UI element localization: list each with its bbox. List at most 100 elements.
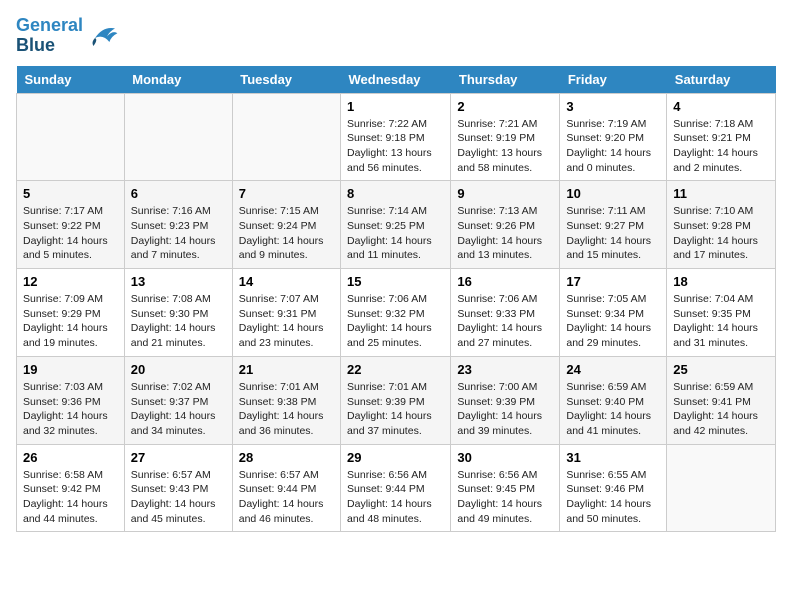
day-info: Sunrise: 6:56 AM Sunset: 9:45 PM Dayligh… <box>457 468 553 527</box>
day-number: 17 <box>566 274 660 289</box>
day-info: Sunrise: 7:01 AM Sunset: 9:38 PM Dayligh… <box>239 380 334 439</box>
calendar-day-cell: 20 Sunrise: 7:02 AM Sunset: 9:37 PM Dayli… <box>124 356 232 444</box>
calendar-day-cell: 4 Sunrise: 7:18 AM Sunset: 9:21 PM Daylig… <box>667 93 776 181</box>
day-number: 14 <box>239 274 334 289</box>
page-header: GeneralBlue <box>16 16 776 56</box>
day-info: Sunrise: 7:14 AM Sunset: 9:25 PM Dayligh… <box>347 204 444 263</box>
day-number: 19 <box>23 362 118 377</box>
day-number: 12 <box>23 274 118 289</box>
weekday-header-saturday: Saturday <box>667 66 776 94</box>
calendar-day-cell: 1 Sunrise: 7:22 AM Sunset: 9:18 PM Daylig… <box>341 93 451 181</box>
calendar-empty-cell <box>17 93 125 181</box>
day-number: 1 <box>347 99 444 114</box>
day-info: Sunrise: 7:09 AM Sunset: 9:29 PM Dayligh… <box>23 292 118 351</box>
calendar-day-cell: 23 Sunrise: 7:00 AM Sunset: 9:39 PM Dayli… <box>451 356 560 444</box>
calendar-day-cell: 3 Sunrise: 7:19 AM Sunset: 9:20 PM Daylig… <box>560 93 667 181</box>
calendar-week-row: 1 Sunrise: 7:22 AM Sunset: 9:18 PM Daylig… <box>17 93 776 181</box>
day-info: Sunrise: 7:02 AM Sunset: 9:37 PM Dayligh… <box>131 380 226 439</box>
day-number: 21 <box>239 362 334 377</box>
day-number: 25 <box>673 362 769 377</box>
calendar-day-cell: 17 Sunrise: 7:05 AM Sunset: 9:34 PM Dayli… <box>560 269 667 357</box>
day-number: 6 <box>131 186 226 201</box>
day-info: Sunrise: 6:59 AM Sunset: 9:41 PM Dayligh… <box>673 380 769 439</box>
day-info: Sunrise: 7:17 AM Sunset: 9:22 PM Dayligh… <box>23 204 118 263</box>
day-info: Sunrise: 7:00 AM Sunset: 9:39 PM Dayligh… <box>457 380 553 439</box>
calendar-day-cell: 18 Sunrise: 7:04 AM Sunset: 9:35 PM Dayli… <box>667 269 776 357</box>
day-info: Sunrise: 7:11 AM Sunset: 9:27 PM Dayligh… <box>566 204 660 263</box>
weekday-header-row: SundayMondayTuesdayWednesdayThursdayFrid… <box>17 66 776 94</box>
day-number: 10 <box>566 186 660 201</box>
calendar-day-cell: 10 Sunrise: 7:11 AM Sunset: 9:27 PM Dayli… <box>560 181 667 269</box>
calendar-day-cell: 14 Sunrise: 7:07 AM Sunset: 9:31 PM Dayli… <box>232 269 340 357</box>
day-info: Sunrise: 7:01 AM Sunset: 9:39 PM Dayligh… <box>347 380 444 439</box>
weekday-header-thursday: Thursday <box>451 66 560 94</box>
day-info: Sunrise: 7:13 AM Sunset: 9:26 PM Dayligh… <box>457 204 553 263</box>
calendar-day-cell: 19 Sunrise: 7:03 AM Sunset: 9:36 PM Dayli… <box>17 356 125 444</box>
logo: GeneralBlue <box>16 16 119 56</box>
day-number: 23 <box>457 362 553 377</box>
calendar-day-cell: 26Sunrise: 6:58 AM Sunset: 9:42 PM Dayli… <box>17 444 125 532</box>
day-info: Sunrise: 7:18 AM Sunset: 9:21 PM Dayligh… <box>673 117 769 176</box>
day-number: 31 <box>566 450 660 465</box>
day-info: Sunrise: 6:57 AM Sunset: 9:44 PM Dayligh… <box>239 468 334 527</box>
calendar-day-cell: 16Sunrise: 7:06 AM Sunset: 9:33 PM Dayli… <box>451 269 560 357</box>
weekday-header-wednesday: Wednesday <box>341 66 451 94</box>
calendar-day-cell: 9 Sunrise: 7:13 AM Sunset: 9:26 PM Daylig… <box>451 181 560 269</box>
day-info: Sunrise: 6:56 AM Sunset: 9:44 PM Dayligh… <box>347 468 444 527</box>
day-number: 3 <box>566 99 660 114</box>
day-info: Sunrise: 7:08 AM Sunset: 9:30 PM Dayligh… <box>131 292 226 351</box>
day-number: 22 <box>347 362 444 377</box>
day-info: Sunrise: 6:59 AM Sunset: 9:40 PM Dayligh… <box>566 380 660 439</box>
calendar-week-row: 5 Sunrise: 7:17 AM Sunset: 9:22 PM Daylig… <box>17 181 776 269</box>
calendar-day-cell: 31 Sunrise: 6:55 AM Sunset: 9:46 PM Dayli… <box>560 444 667 532</box>
calendar-day-cell: 12 Sunrise: 7:09 AM Sunset: 9:29 PM Dayli… <box>17 269 125 357</box>
day-info: Sunrise: 7:05 AM Sunset: 9:34 PM Dayligh… <box>566 292 660 351</box>
day-number: 2 <box>457 99 553 114</box>
calendar-day-cell: 5 Sunrise: 7:17 AM Sunset: 9:22 PM Daylig… <box>17 181 125 269</box>
logo-bird-icon <box>87 22 119 50</box>
day-info: Sunrise: 7:15 AM Sunset: 9:24 PM Dayligh… <box>239 204 334 263</box>
logo-text: GeneralBlue <box>16 16 83 56</box>
day-number: 13 <box>131 274 226 289</box>
calendar-empty-cell <box>124 93 232 181</box>
day-number: 11 <box>673 186 769 201</box>
calendar-day-cell: 15Sunrise: 7:06 AM Sunset: 9:32 PM Dayli… <box>341 269 451 357</box>
calendar-week-row: 12 Sunrise: 7:09 AM Sunset: 9:29 PM Dayli… <box>17 269 776 357</box>
day-info: Sunrise: 6:58 AM Sunset: 9:42 PM Dayligh… <box>23 468 118 527</box>
day-number: 28 <box>239 450 334 465</box>
calendar-empty-cell <box>232 93 340 181</box>
day-info: Sunrise: 7:21 AM Sunset: 9:19 PM Dayligh… <box>457 117 553 176</box>
day-number: 5 <box>23 186 118 201</box>
calendar-week-row: 19 Sunrise: 7:03 AM Sunset: 9:36 PM Dayli… <box>17 356 776 444</box>
day-info: Sunrise: 6:55 AM Sunset: 9:46 PM Dayligh… <box>566 468 660 527</box>
day-info: Sunrise: 7:16 AM Sunset: 9:23 PM Dayligh… <box>131 204 226 263</box>
calendar-day-cell: 25 Sunrise: 6:59 AM Sunset: 9:41 PM Dayli… <box>667 356 776 444</box>
calendar-day-cell: 27Sunrise: 6:57 AM Sunset: 9:43 PM Dayli… <box>124 444 232 532</box>
day-info: Sunrise: 7:07 AM Sunset: 9:31 PM Dayligh… <box>239 292 334 351</box>
calendar-day-cell: 28 Sunrise: 6:57 AM Sunset: 9:44 PM Dayli… <box>232 444 340 532</box>
day-info: Sunrise: 7:10 AM Sunset: 9:28 PM Dayligh… <box>673 204 769 263</box>
day-number: 16 <box>457 274 553 289</box>
day-number: 27 <box>131 450 226 465</box>
day-number: 9 <box>457 186 553 201</box>
calendar-empty-cell <box>667 444 776 532</box>
calendar-day-cell: 22 Sunrise: 7:01 AM Sunset: 9:39 PM Dayli… <box>341 356 451 444</box>
day-number: 24 <box>566 362 660 377</box>
calendar-day-cell: 13 Sunrise: 7:08 AM Sunset: 9:30 PM Dayli… <box>124 269 232 357</box>
day-number: 4 <box>673 99 769 114</box>
day-number: 29 <box>347 450 444 465</box>
calendar-day-cell: 29 Sunrise: 6:56 AM Sunset: 9:44 PM Dayli… <box>341 444 451 532</box>
calendar-day-cell: 2 Sunrise: 7:21 AM Sunset: 9:19 PM Daylig… <box>451 93 560 181</box>
day-info: Sunrise: 7:04 AM Sunset: 9:35 PM Dayligh… <box>673 292 769 351</box>
day-info: Sunrise: 7:22 AM Sunset: 9:18 PM Dayligh… <box>347 117 444 176</box>
day-info: Sunrise: 7:19 AM Sunset: 9:20 PM Dayligh… <box>566 117 660 176</box>
weekday-header-sunday: Sunday <box>17 66 125 94</box>
weekday-header-monday: Monday <box>124 66 232 94</box>
weekday-header-tuesday: Tuesday <box>232 66 340 94</box>
calendar-day-cell: 11 Sunrise: 7:10 AM Sunset: 9:28 PM Dayli… <box>667 181 776 269</box>
calendar-day-cell: 6 Sunrise: 7:16 AM Sunset: 9:23 PM Daylig… <box>124 181 232 269</box>
day-number: 20 <box>131 362 226 377</box>
day-number: 18 <box>673 274 769 289</box>
day-info: Sunrise: 7:03 AM Sunset: 9:36 PM Dayligh… <box>23 380 118 439</box>
day-number: 8 <box>347 186 444 201</box>
